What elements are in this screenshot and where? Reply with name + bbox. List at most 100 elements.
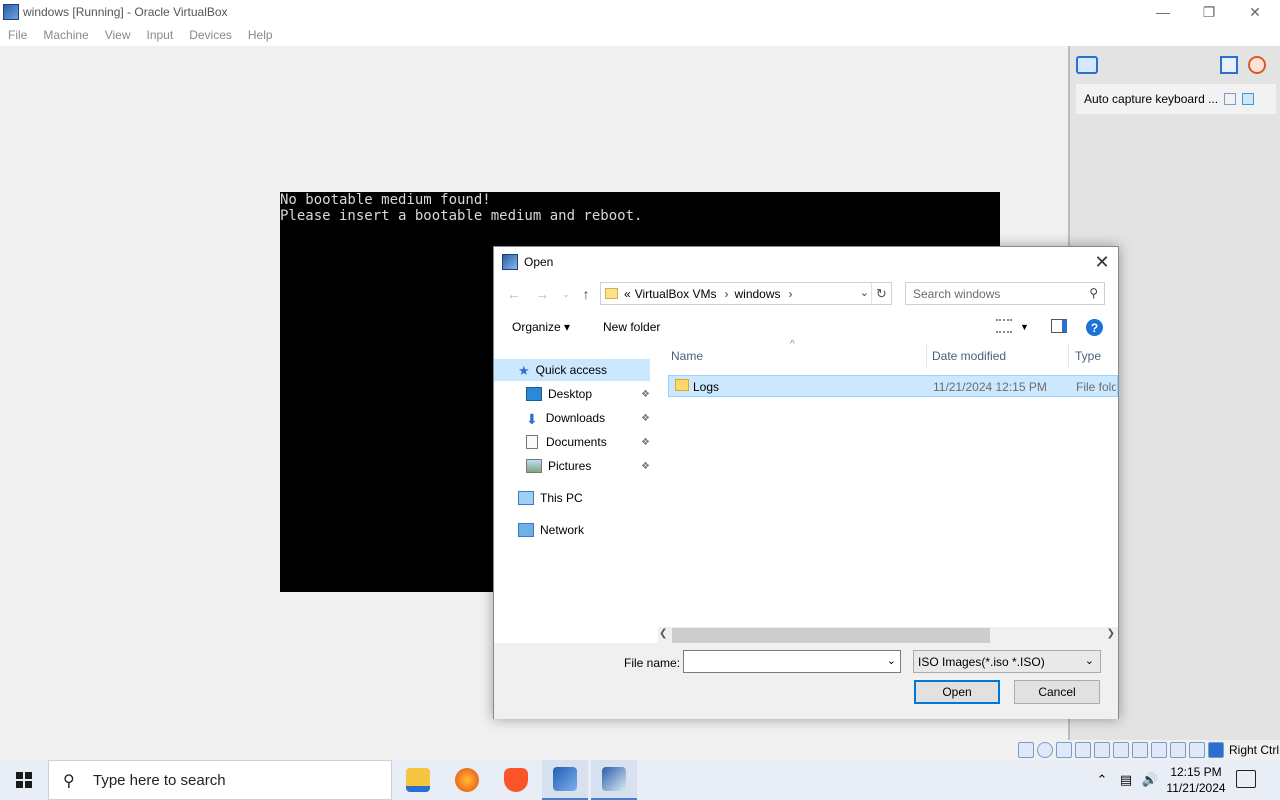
chevron-right-icon[interactable]: › [789, 287, 793, 301]
minimize-button[interactable]: — [1140, 0, 1186, 24]
breadcrumb-virtualbox-vms[interactable]: VirtualBox VMs [635, 287, 717, 301]
sort-icon[interactable] [1220, 56, 1238, 74]
nav-label: Desktop [548, 387, 593, 401]
search-icon: ⚲ [63, 773, 75, 790]
forward-arrow-icon[interactable]: → [532, 284, 552, 304]
virtualbox-vm-taskbar-button[interactable] [591, 760, 637, 800]
network-icon[interactable] [1075, 742, 1091, 758]
file-explorer-taskbar-button[interactable] [395, 760, 441, 800]
chevron-down-icon[interactable]: ⌄ [1085, 654, 1094, 667]
dont-show-again-icon[interactable] [1224, 93, 1237, 105]
computer-icon [518, 491, 534, 505]
chevron-down-icon[interactable]: ⌄ [887, 654, 896, 667]
message-icon[interactable] [1076, 56, 1098, 74]
network-status-icon[interactable]: ▤ [1114, 772, 1138, 788]
window-title: windows [Running] - Oracle VirtualBox [23, 5, 228, 19]
start-button[interactable] [0, 760, 48, 800]
nav-quick-access[interactable]: ★ Quick access [494, 359, 650, 381]
virtualbox-manager-taskbar-button[interactable] [542, 760, 588, 800]
chevron-up-icon[interactable]: ⌃ [1090, 772, 1114, 788]
close-window-button[interactable]: ✕ [1232, 0, 1278, 24]
column-type[interactable]: Type [1075, 349, 1101, 363]
taskbar-search[interactable]: ⚲ Type here to search [48, 760, 392, 800]
search-placeholder: Search windows [913, 286, 1001, 301]
nav-desktop[interactable]: Desktop ❖ [526, 383, 650, 405]
firefox-taskbar-button[interactable] [444, 760, 490, 800]
refresh-icon[interactable]: ↻ [871, 283, 891, 304]
nav-network[interactable]: Network [518, 519, 650, 541]
open-button[interactable]: Open [914, 680, 1000, 704]
menu-devices[interactable]: Devices [181, 28, 240, 42]
address-bar[interactable]: « VirtualBox VMs › windows › ⌄ ↻ [600, 282, 892, 305]
volume-icon[interactable]: 🔊 [1138, 772, 1162, 788]
vm-boot-message-line-1: No bootable medium found! [280, 192, 491, 208]
host-key-label[interactable]: Right Ctrl [1229, 743, 1279, 757]
taskbar-search-placeholder: Type here to search [93, 771, 226, 789]
scroll-left-icon[interactable]: ❮ [659, 628, 667, 639]
nav-downloads[interactable]: ⬇ Downloads ❖ [526, 407, 650, 429]
up-arrow-icon[interactable]: ↑ [576, 284, 596, 304]
cpu-icon[interactable] [1170, 742, 1186, 758]
audio-icon[interactable] [1056, 742, 1072, 758]
optical-drive-icon[interactable] [1037, 742, 1053, 758]
action-center-icon[interactable] [1236, 770, 1256, 788]
pin-icon[interactable]: ❖ [641, 413, 650, 424]
usb-icon[interactable] [1094, 742, 1110, 758]
file-name-input[interactable]: ⌄ [683, 650, 901, 673]
dismiss-icon[interactable] [1242, 93, 1255, 105]
nav-this-pc[interactable]: This PC [518, 487, 650, 509]
horizontal-scrollbar[interactable]: ❮ ❯ [658, 627, 1118, 644]
clear-notifications-icon[interactable] [1248, 56, 1266, 74]
scroll-right-icon[interactable]: ❯ [1107, 628, 1115, 639]
nav-pictures[interactable]: Pictures ❖ [526, 455, 650, 477]
file-row[interactable]: Logs 11/21/2024 12:15 PM File fold [668, 375, 1118, 397]
clock[interactable]: 12:15 PM 11/21/2024 [1160, 764, 1232, 796]
search-input[interactable]: Search windows ⚲ [905, 282, 1105, 305]
desktop-icon [526, 387, 542, 401]
command-bar: Organize ▾ New folder ▼ ? [494, 313, 1118, 341]
file-type-value: ISO Images(*.iso *.ISO) [918, 654, 1045, 669]
pin-icon[interactable]: ❖ [641, 389, 650, 400]
restore-button[interactable]: ❐ [1186, 0, 1232, 24]
dialog-titlebar: Open ✕ [494, 247, 1118, 277]
mouse-integration-icon[interactable] [1189, 742, 1205, 758]
taskbar: ⚲ Type here to search ⌃ ▤ 🔊 12:15 PM 11/… [0, 760, 1280, 800]
keyboard-capture-icon[interactable] [1208, 742, 1224, 758]
shared-folders-icon[interactable] [1113, 742, 1129, 758]
chevron-down-icon[interactable]: ⌄ [860, 286, 869, 299]
new-folder-button[interactable]: New folder [603, 320, 660, 334]
view-dropdown-icon[interactable]: ▼ [1020, 322, 1029, 332]
breadcrumb-windows[interactable]: windows [735, 287, 781, 301]
organize-button[interactable]: Organize ▾ [512, 320, 570, 334]
menu-help[interactable]: Help [240, 28, 281, 42]
pin-icon[interactable]: ❖ [641, 437, 650, 448]
notification-toolbar [1070, 46, 1280, 82]
dialog-close-button[interactable]: ✕ [1086, 247, 1118, 277]
menu-input[interactable]: Input [139, 28, 182, 42]
help-icon[interactable]: ? [1086, 319, 1103, 336]
display-icon[interactable] [1132, 742, 1148, 758]
search-icon[interactable]: ⚲ [1089, 286, 1098, 300]
menu-view[interactable]: View [97, 28, 139, 42]
menu-machine[interactable]: Machine [35, 28, 96, 42]
brave-taskbar-button[interactable] [493, 760, 539, 800]
column-date-modified[interactable]: Date modified [932, 349, 1006, 363]
back-arrow-icon[interactable]: ← [504, 284, 524, 304]
nav-documents[interactable]: Documents ❖ [526, 431, 650, 453]
recording-icon[interactable] [1151, 742, 1167, 758]
column-name[interactable]: Name [671, 349, 703, 363]
column-divider[interactable] [1068, 343, 1069, 367]
chevron-right-icon[interactable]: › [725, 287, 729, 301]
pin-icon[interactable]: ❖ [641, 461, 650, 472]
nav-label: Downloads [545, 411, 606, 425]
scrollbar-thumb[interactable] [672, 628, 990, 643]
cancel-button[interactable]: Cancel [1014, 680, 1100, 704]
preview-pane-icon[interactable] [1051, 319, 1067, 333]
breadcrumb-overflow[interactable]: « [624, 287, 631, 301]
menu-file[interactable]: File [0, 28, 35, 42]
recent-locations-icon[interactable]: ⌄ [556, 284, 576, 304]
column-divider[interactable] [926, 343, 927, 367]
view-options-icon[interactable] [996, 319, 1012, 333]
file-type-select[interactable]: ISO Images(*.iso *.ISO) ⌄ [913, 650, 1101, 673]
hard-disk-icon[interactable] [1018, 742, 1034, 758]
